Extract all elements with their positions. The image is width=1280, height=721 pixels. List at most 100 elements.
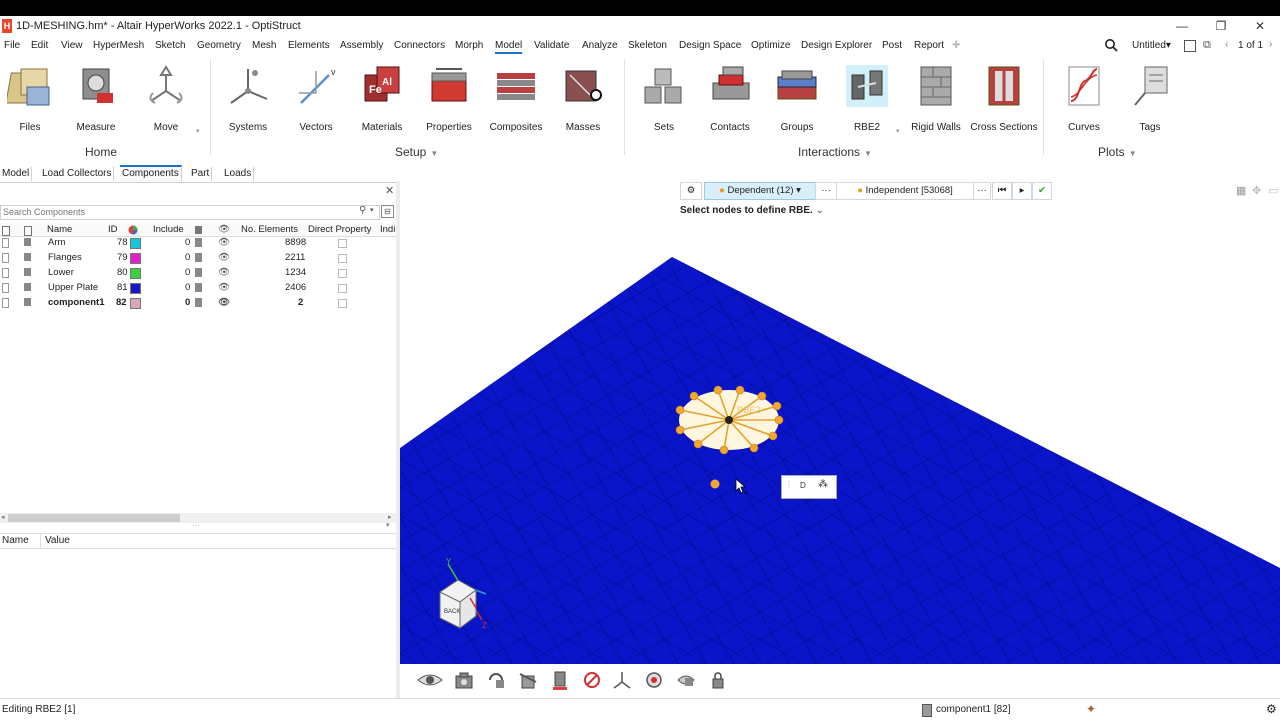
menu-connectors[interactable]: Connectors [394, 40, 445, 51]
component-color-icon[interactable] [550, 670, 570, 690]
tab-load-collectors[interactable]: Load Collectors [40, 167, 115, 181]
tags-button[interactable]: Tags [1118, 63, 1182, 133]
eye-column-icon[interactable]: 👁 [218, 224, 230, 235]
direct-property-checkbox[interactable] [338, 239, 347, 248]
menu-mesh[interactable]: Mesh [252, 40, 276, 51]
menu-post[interactable]: Post [882, 40, 902, 51]
mini-toolbar-move-icon[interactable]: ⁂ [818, 479, 828, 490]
model-graphics[interactable]: RBE2 + [400, 182, 1280, 664]
menu-skeleton[interactable]: Skeleton [628, 40, 667, 51]
table-row[interactable]: Arm 78 0 👁 8898 [0, 235, 396, 250]
scroll-right-icon[interactable]: ▸ [388, 513, 392, 521]
cross-sections-button[interactable]: Cross Sections [968, 63, 1040, 133]
systems-button[interactable]: Systems [216, 63, 280, 133]
rbe2-type-icon[interactable]: ⚙ [680, 182, 702, 200]
tab-part[interactable]: Part [189, 167, 213, 181]
page-add-icon[interactable]: ⧉ [1203, 39, 1211, 52]
contacts-button[interactable]: Contacts [698, 63, 762, 133]
menu-file[interactable]: File [4, 40, 20, 51]
visibility-icon[interactable] [2, 268, 9, 278]
composites-button[interactable]: Composites [484, 63, 548, 133]
vectors-button[interactable]: v Vectors [284, 63, 348, 133]
color-swatch[interactable] [130, 238, 141, 249]
prev-page-icon[interactable]: ‹ [1225, 39, 1228, 50]
curves-button[interactable]: Curves [1052, 63, 1116, 133]
tab-loads[interactable]: Loads [222, 167, 255, 181]
menu-model[interactable]: Model [495, 40, 523, 54]
table-row[interactable]: Lower 80 0 👁 1234 [0, 265, 396, 280]
search-icon[interactable] [1104, 38, 1118, 52]
col-id[interactable]: ID [108, 224, 118, 235]
mask-icon[interactable] [582, 670, 602, 690]
col-name[interactable]: Name [47, 224, 72, 235]
menu-sketch[interactable]: Sketch [155, 40, 186, 51]
search-icon[interactable]: ⚲ [359, 205, 366, 216]
independent-options-button[interactable]: ··· [973, 182, 991, 200]
properties-button[interactable]: Properties [417, 63, 481, 133]
eye-icon[interactable]: 👁 [218, 237, 230, 248]
view-options-icon[interactable]: ▭ [1268, 184, 1278, 197]
independent-node[interactable] [710, 479, 720, 489]
graphics-viewport[interactable]: RBE2 + ⋮ D ⁂ ⚙ ● Dependent (12) ▾ ··· ● … [400, 182, 1280, 664]
tab-model[interactable]: Model [0, 167, 33, 181]
isolate-icon[interactable] [644, 670, 664, 690]
close-button[interactable]: ✕ [1246, 18, 1274, 34]
gear-icon[interactable]: ⚙ [1266, 702, 1277, 716]
menu-view[interactable]: View [61, 40, 83, 51]
move-more-icon[interactable]: ▾ [196, 127, 200, 135]
menu-design-explorer[interactable]: Design Explorer [801, 40, 872, 51]
table-row-current[interactable]: component1 82 0 👁 2 [0, 295, 396, 310]
layout-icon[interactable] [1184, 40, 1196, 52]
add-menu-icon[interactable]: ✚ [952, 40, 960, 51]
close-browser-icon[interactable]: ✕ [385, 184, 394, 197]
property-icon[interactable] [195, 298, 202, 307]
next-page-icon[interactable]: › [1269, 39, 1272, 50]
mini-toolbar-d-button[interactable]: D [800, 481, 806, 490]
color-swatch[interactable] [130, 268, 141, 279]
property-icon[interactable] [195, 238, 202, 247]
table-row[interactable]: Flanges 79 0 👁 2211 [0, 250, 396, 265]
rotate-view-icon[interactable] [486, 670, 506, 690]
skip-back-icon[interactable]: ⏮ [992, 182, 1012, 200]
direct-property-checkbox[interactable] [338, 269, 347, 278]
color-swatch[interactable] [130, 253, 141, 264]
dependent-options-button[interactable]: ··· [815, 182, 837, 200]
menu-elements[interactable]: Elements [288, 40, 330, 51]
files-button[interactable]: Files [0, 63, 62, 133]
group-plots[interactable]: Plots ▼ [1098, 145, 1137, 159]
direct-property-checkbox[interactable] [338, 254, 347, 263]
color-column-icon[interactable] [128, 225, 138, 235]
view-pan-icon[interactable]: ✥ [1252, 184, 1261, 197]
menu-assembly[interactable]: Assembly [340, 40, 383, 51]
menu-hypermesh[interactable]: HyperMesh [93, 40, 144, 51]
visibility-icon[interactable] [2, 298, 9, 308]
mini-toolbar-grip[interactable]: ⋮ [785, 480, 793, 489]
current-component[interactable]: component1 [82] [936, 704, 1011, 715]
group-setup[interactable]: Setup ▼ [395, 145, 438, 159]
collapse-icon[interactable]: ▾ [386, 521, 390, 529]
independent-selector[interactable]: ● Independent [53068] [836, 182, 974, 200]
direct-property-checkbox[interactable] [338, 299, 347, 308]
eye-icon[interactable]: 👁 [218, 282, 230, 293]
eye-icon[interactable] [416, 670, 444, 690]
groups-button[interactable]: Groups [765, 63, 829, 133]
prompt-expand-icon[interactable]: ⌄ [816, 205, 824, 216]
table-row[interactable]: Upper Plate 81 0 👁 2406 [0, 280, 396, 295]
col-include[interactable]: Include [153, 224, 184, 235]
measure-button[interactable]: Measure [64, 63, 128, 133]
col-direct-property[interactable]: Direct Property [308, 224, 371, 235]
rbe2-button[interactable]: RBE2 [834, 63, 900, 133]
group-interactions[interactable]: Interactions ▼ [798, 145, 872, 159]
dependent-selector[interactable]: ● Dependent (12) ▾ [704, 182, 816, 200]
menu-optimize[interactable]: Optimize [751, 40, 790, 51]
solver-icon[interactable]: ✦ [1086, 702, 1096, 716]
play-icon[interactable]: ▸ [1012, 182, 1032, 200]
materials-button[interactable]: Fe Al Materials [350, 63, 414, 133]
search-input[interactable] [1, 206, 345, 218]
color-swatch[interactable] [130, 283, 141, 294]
direct-property-checkbox[interactable] [338, 284, 347, 293]
menu-report[interactable]: Report [914, 40, 944, 51]
rigid-walls-button[interactable]: Rigid Walls [904, 63, 968, 133]
lock-icon[interactable] [708, 670, 728, 690]
menu-geometry[interactable]: Geometry [197, 40, 241, 51]
